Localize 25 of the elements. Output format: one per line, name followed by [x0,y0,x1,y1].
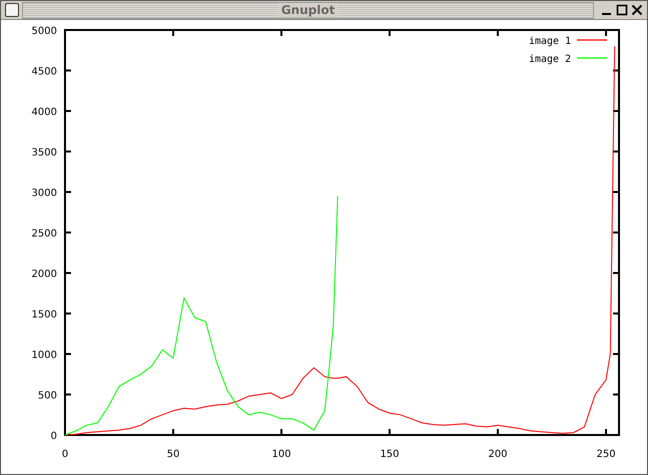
y-tick-label: 0 [50,431,57,442]
y-tick-label: 3000 [32,188,57,199]
window-menu-button[interactable] [5,3,19,17]
y-tick-label: 1500 [32,310,57,320]
legend-label: image 2 [528,54,571,65]
y-tick-label: 4000 [32,107,57,118]
x-tick-label: 50 [166,449,180,460]
y-tick-label: 5000 [32,26,57,37]
legend-line [577,57,607,59]
close-icon[interactable] [631,4,643,16]
y-tick-label: 2500 [32,228,57,240]
x-tick-label: 250 [596,449,616,460]
y-tick-label: 4500 [32,66,57,78]
x-tick-label: 150 [380,449,400,460]
legend-label: image 1 [528,36,571,47]
window-title: Gnuplot [278,3,338,17]
y-tick-label: 3500 [32,148,57,158]
maximize-icon[interactable] [616,4,628,16]
x-tick-label: 100 [272,449,291,460]
y-tick-label: 500 [38,390,57,402]
x-tick-label: 200 [488,449,508,460]
y-tick-label: 2000 [32,269,57,280]
x-tick-label: 0 [62,449,68,460]
legend-line [577,39,607,41]
y-tick-label: 1000 [32,350,57,361]
